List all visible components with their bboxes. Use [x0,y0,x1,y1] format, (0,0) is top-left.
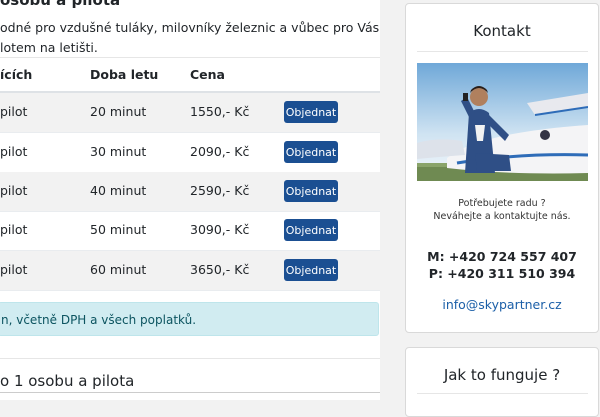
header-passengers: ících [0,67,33,82]
divider [417,393,588,394]
intro-text: odné pro vzdušné tuláky, milovníky želez… [0,18,380,58]
cell-price: 3090,- Kč [190,222,250,237]
cell-duration: 50 minut [90,222,147,237]
main-content: osobu a pilota odné pro vzdušné tuláky, … [0,0,380,400]
cell-passengers: pilot [0,144,28,159]
header-duration: Doba letu [90,67,159,82]
cell-duration: 60 minut [90,262,147,277]
cell-passengers: pilot [0,183,28,198]
table-row: pilot 30 minut 2090,- Kč Objednat [0,133,380,173]
order-button[interactable]: Objednat [284,259,338,281]
contact-help-text-2: Neváhejte a kontaktujte nás. [433,211,571,222]
section-heading: osobu a pilota [0,0,121,9]
mobile-phone[interactable]: M: +420 724 557 407 [406,249,598,264]
price-info-alert: n, včetně DPH a všech poplatků. [0,302,379,336]
cell-price: 2090,- Kč [190,144,250,159]
table-header: ících Doba letu Cena [0,62,380,92]
table-row: pilot 60 minut 3650,- Kč Objednat [0,251,380,291]
cell-price: 1550,- Kč [190,104,250,119]
divider [417,51,588,52]
order-button[interactable]: Objednat [284,219,338,241]
contact-photo [417,63,588,181]
header-price: Cena [190,67,225,82]
intro-line-1: odné pro vzdušné tuláky, milovníky želez… [0,20,380,35]
landline-phone[interactable]: P: +420 311 510 394 [406,266,598,281]
cell-passengers: pilot [0,262,28,277]
section-heading: o 1 osobu a pilota [0,372,135,390]
cell-price: 2590,- Kč [190,183,250,198]
alert-text: n, včetně DPH a všech poplatků. [1,313,197,327]
divider [0,57,380,58]
divider [0,358,380,359]
cell-passengers: pilot [0,222,28,237]
table-row: pilot 50 minut 3090,- Kč Objednat [0,211,380,251]
intro-line-2: lotem na letišti. [0,40,98,55]
cell-duration: 40 minut [90,183,147,198]
contact-card: Kontakt Potřebujete radu ? Neváhejte a k… [405,3,599,333]
contact-help-text: Potřebujete radu ? [458,198,546,209]
how-it-works-title: Jak to funguje ? [443,366,561,384]
email-container: info@skypartner.cz [406,294,598,313]
order-button[interactable]: Objednat [284,180,338,202]
how-it-works-card: Jak to funguje ? [405,347,599,417]
cell-duration: 20 minut [90,104,147,119]
contact-title: Kontakt [473,22,531,40]
order-button[interactable]: Objednat [284,141,338,163]
email-link[interactable]: info@skypartner.cz [442,297,561,312]
order-button[interactable]: Objednat [284,101,338,123]
cell-duration: 30 minut [90,144,147,159]
cell-passengers: pilot [0,104,28,119]
divider [0,392,380,393]
table-row: pilot 20 minut 1550,- Kč Objednat [0,93,380,133]
cell-price: 3650,- Kč [190,262,250,277]
table-row: pilot 40 minut 2590,- Kč Objednat [0,172,380,212]
